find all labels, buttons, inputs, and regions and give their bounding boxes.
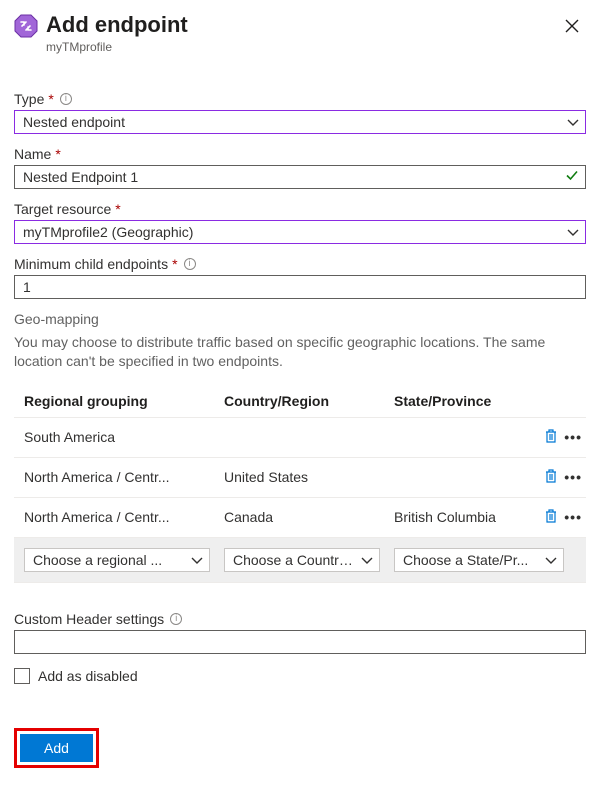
add-disabled-label: Add as disabled bbox=[38, 668, 138, 684]
info-icon[interactable]: i bbox=[184, 258, 196, 270]
minchild-label: Minimum child endpoints* i bbox=[14, 256, 586, 272]
chevron-down-icon bbox=[567, 226, 579, 238]
regional-select[interactable]: Choose a regional ... bbox=[24, 548, 210, 572]
geo-col-country: Country/Region bbox=[214, 385, 384, 418]
minchild-input[interactable] bbox=[23, 279, 559, 295]
target-label: Target resource* bbox=[14, 201, 586, 217]
chevron-down-icon bbox=[191, 554, 203, 566]
country-select[interactable]: Choose a Country/... bbox=[224, 548, 380, 572]
target-select[interactable]: myTMprofile2 (Geographic) bbox=[14, 220, 586, 244]
minchild-input-wrap bbox=[14, 275, 586, 299]
delete-icon[interactable] bbox=[544, 468, 558, 487]
state-select[interactable]: Choose a State/Pr... bbox=[394, 548, 564, 572]
info-icon[interactable]: i bbox=[170, 613, 182, 625]
add-disabled-checkbox[interactable] bbox=[14, 668, 30, 684]
name-label: Name* bbox=[14, 146, 586, 162]
custom-header-label: Custom Header settings i bbox=[14, 611, 586, 627]
page-subtitle: myTMprofile bbox=[46, 40, 550, 54]
chevron-down-icon bbox=[361, 554, 373, 566]
table-row: North America / Centr... United States •… bbox=[14, 457, 586, 497]
chevron-down-icon bbox=[567, 116, 579, 128]
geo-col-state: State/Province bbox=[384, 385, 530, 418]
highlight-box: Add bbox=[14, 728, 99, 768]
geo-heading: Geo-mapping bbox=[14, 311, 586, 327]
type-label: Type* i bbox=[14, 91, 586, 107]
delete-icon[interactable] bbox=[544, 428, 558, 447]
page-title: Add endpoint bbox=[46, 12, 550, 38]
delete-icon[interactable] bbox=[544, 508, 558, 527]
custom-header-input[interactable] bbox=[23, 634, 559, 650]
geo-table: Regional grouping Country/Region State/P… bbox=[14, 385, 586, 583]
name-input-wrap bbox=[14, 165, 586, 189]
geo-help: You may choose to distribute traffic bas… bbox=[14, 333, 586, 371]
resource-icon bbox=[14, 12, 38, 41]
name-input[interactable] bbox=[23, 169, 559, 185]
custom-header-input-wrap bbox=[14, 630, 586, 654]
table-row: North America / Centr... Canada British … bbox=[14, 497, 586, 537]
type-select[interactable]: Nested endpoint bbox=[14, 110, 586, 134]
close-button[interactable] bbox=[558, 12, 586, 40]
info-icon[interactable]: i bbox=[60, 93, 72, 105]
validation-ok-icon bbox=[565, 168, 579, 185]
chevron-down-icon bbox=[545, 554, 557, 566]
table-row: South America ••• bbox=[14, 417, 586, 457]
add-button[interactable]: Add bbox=[20, 734, 93, 762]
geo-col-regional: Regional grouping bbox=[14, 385, 214, 418]
